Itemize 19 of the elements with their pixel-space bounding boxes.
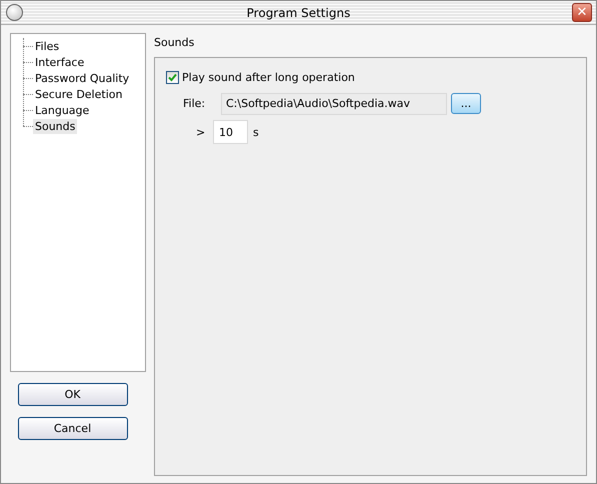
file-path-field[interactable]: C:\Softpedia\Audio\Softpedia.wav — [221, 92, 447, 114]
tree-item[interactable]: Password Quality — [33, 70, 132, 86]
tree-item[interactable]: Interface — [33, 54, 86, 70]
section-title: Sounds — [154, 36, 194, 49]
window-title: Program Settigns — [246, 6, 350, 20]
tree-item[interactable]: Language — [33, 102, 92, 118]
window-orb-icon[interactable] — [6, 4, 23, 21]
unit-label: s — [253, 126, 259, 138]
tree-item[interactable]: Secure Deletion — [33, 86, 124, 102]
browse-button[interactable]: ... — [451, 93, 481, 114]
greater-than-label: > — [196, 126, 206, 138]
tree-item[interactable]: Sounds — [33, 118, 78, 134]
ok-button[interactable]: OK — [18, 383, 128, 406]
tree-item[interactable]: Files — [33, 38, 62, 54]
file-label: File: — [183, 97, 206, 110]
cancel-button[interactable]: Cancel — [18, 417, 128, 440]
seconds-field[interactable]: 10 — [213, 120, 248, 144]
checkbox-label[interactable]: Play sound after long operation — [182, 71, 355, 84]
checkbox[interactable] — [166, 71, 179, 84]
